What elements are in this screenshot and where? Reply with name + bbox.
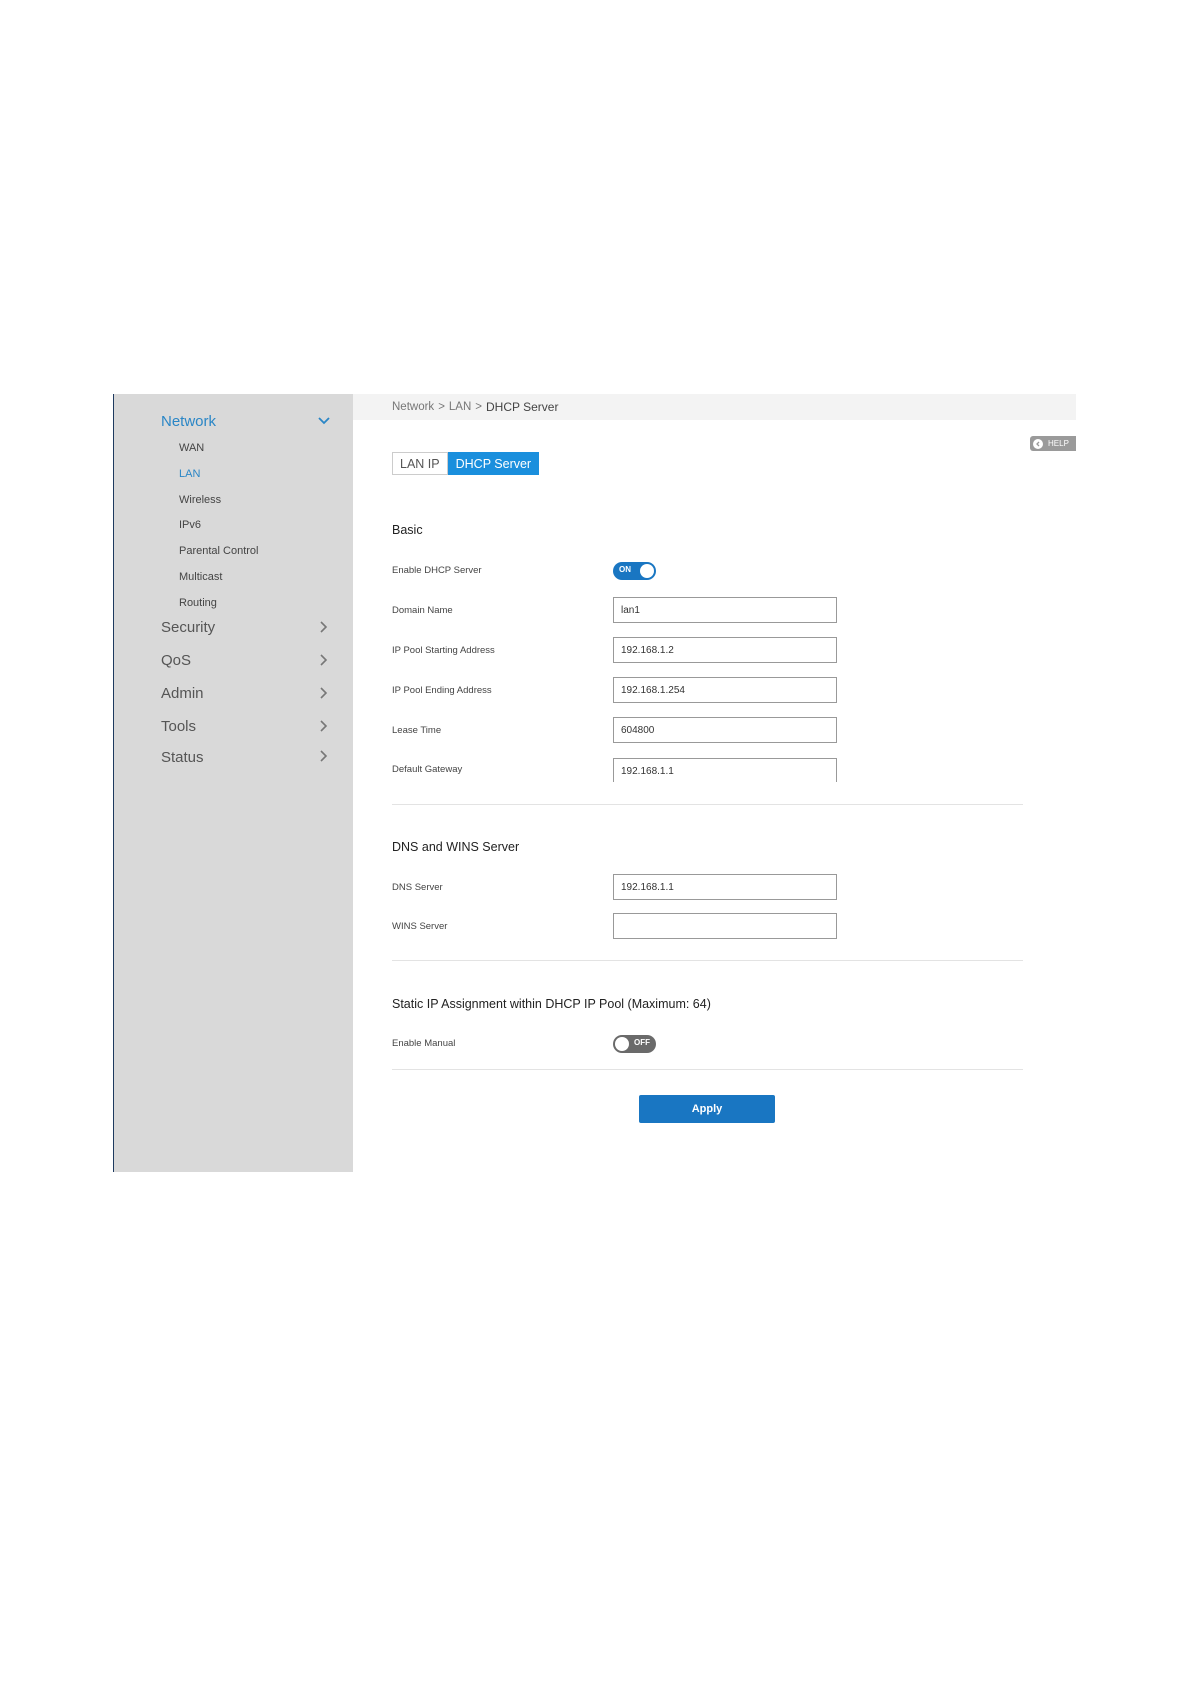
toggle-knob [615,1037,629,1051]
sidebar-subitem-wireless[interactable]: Wireless [179,490,221,510]
domain-name-input[interactable] [613,597,837,623]
sidebar-item-status[interactable]: Status [161,746,331,764]
apply-button[interactable]: Apply [639,1095,775,1123]
sidebar-item-label: Security [161,618,216,636]
sidebar-item-label: QoS [161,651,192,669]
gateway-label: Default Gateway [392,764,463,775]
chevron-right-icon [317,686,331,700]
domain-name-label: Domain Name [392,605,453,616]
gateway-field-wrapper [613,758,839,782]
sidebar-subitem-lan[interactable]: LAN [179,464,200,484]
sidebar-subitem-ipv6[interactable]: IPv6 [179,515,201,535]
main-content: Network > LAN > DHCP Server HELP LAN IP … [353,394,1076,1172]
enable-dhcp-label: Enable DHCP Server [392,565,482,576]
pool-end-label: IP Pool Ending Address [392,685,492,696]
sidebar: Network WAN LAN Wireless IPv6 Parental C… [113,394,353,1172]
chevron-down-icon [317,414,331,428]
dns-server-label: DNS Server [392,882,443,893]
sidebar-subitem-wan[interactable]: WAN [179,438,204,458]
section-title-basic: Basic [392,523,423,537]
section-divider [392,1069,1023,1070]
toggle-knob [640,564,654,578]
breadcrumb-network[interactable]: Network [392,401,434,413]
pool-start-input[interactable] [613,637,837,663]
wins-server-label: WINS Server [392,921,448,932]
section-divider [392,960,1023,961]
chevron-right-icon [317,749,331,763]
section-title-dns: DNS and WINS Server [392,840,520,854]
breadcrumb-separator: > [475,401,482,413]
sidebar-subitem-parental-control[interactable]: Parental Control [179,541,259,561]
sidebar-item-label: Status [161,749,204,764]
sidebar-item-security[interactable]: Security [161,614,331,640]
sidebar-item-admin[interactable]: Admin [161,680,331,706]
help-label: HELP [1048,439,1069,448]
breadcrumb-lan[interactable]: LAN [449,401,471,413]
help-button[interactable]: HELP [1030,436,1076,451]
lease-time-label: Lease Time [392,725,442,736]
section-title-static: Static IP Assignment within DHCP IP Pool… [392,997,711,1011]
enable-manual-label: Enable Manual [392,1038,456,1049]
breadcrumb-current: DHCP Server [486,400,559,414]
help-arrow-icon [1033,438,1043,449]
sidebar-item-tools[interactable]: Tools [161,713,331,739]
sidebar-item-label: Network [161,412,217,430]
sidebar-subitem-routing[interactable]: Routing [179,593,217,613]
gateway-input[interactable] [613,758,837,782]
router-admin-app: Network WAN LAN Wireless IPv6 Parental C… [113,394,1076,1172]
enable-manual-toggle[interactable]: OFF [613,1035,656,1053]
sidebar-item-network[interactable]: Network [161,408,331,434]
sidebar-item-qos[interactable]: QoS [161,647,331,673]
breadcrumb-separator: > [438,401,445,413]
pool-start-label: IP Pool Starting Address [392,645,495,656]
section-divider [392,804,1023,805]
wins-server-input[interactable] [613,913,837,939]
chevron-right-icon [317,719,331,733]
lease-time-input[interactable] [613,717,837,743]
breadcrumb: Network > LAN > DHCP Server [353,394,1076,420]
pool-end-input[interactable] [613,677,837,703]
sidebar-item-label: Admin [161,684,204,702]
sidebar-subitem-multicast[interactable]: Multicast [179,567,222,587]
tab-bar: LAN IP DHCP Server [392,452,540,475]
toggle-state-text: OFF [634,1038,650,1047]
sidebar-item-label: Tools [161,717,197,735]
enable-dhcp-toggle[interactable]: ON [613,562,656,580]
tab-dhcp-server[interactable]: DHCP Server [447,452,540,475]
toggle-state-text: ON [619,565,631,574]
dns-server-input[interactable] [613,874,837,900]
chevron-right-icon [317,653,331,667]
chevron-right-icon [317,620,331,634]
tab-lan-ip[interactable]: LAN IP [392,452,448,475]
